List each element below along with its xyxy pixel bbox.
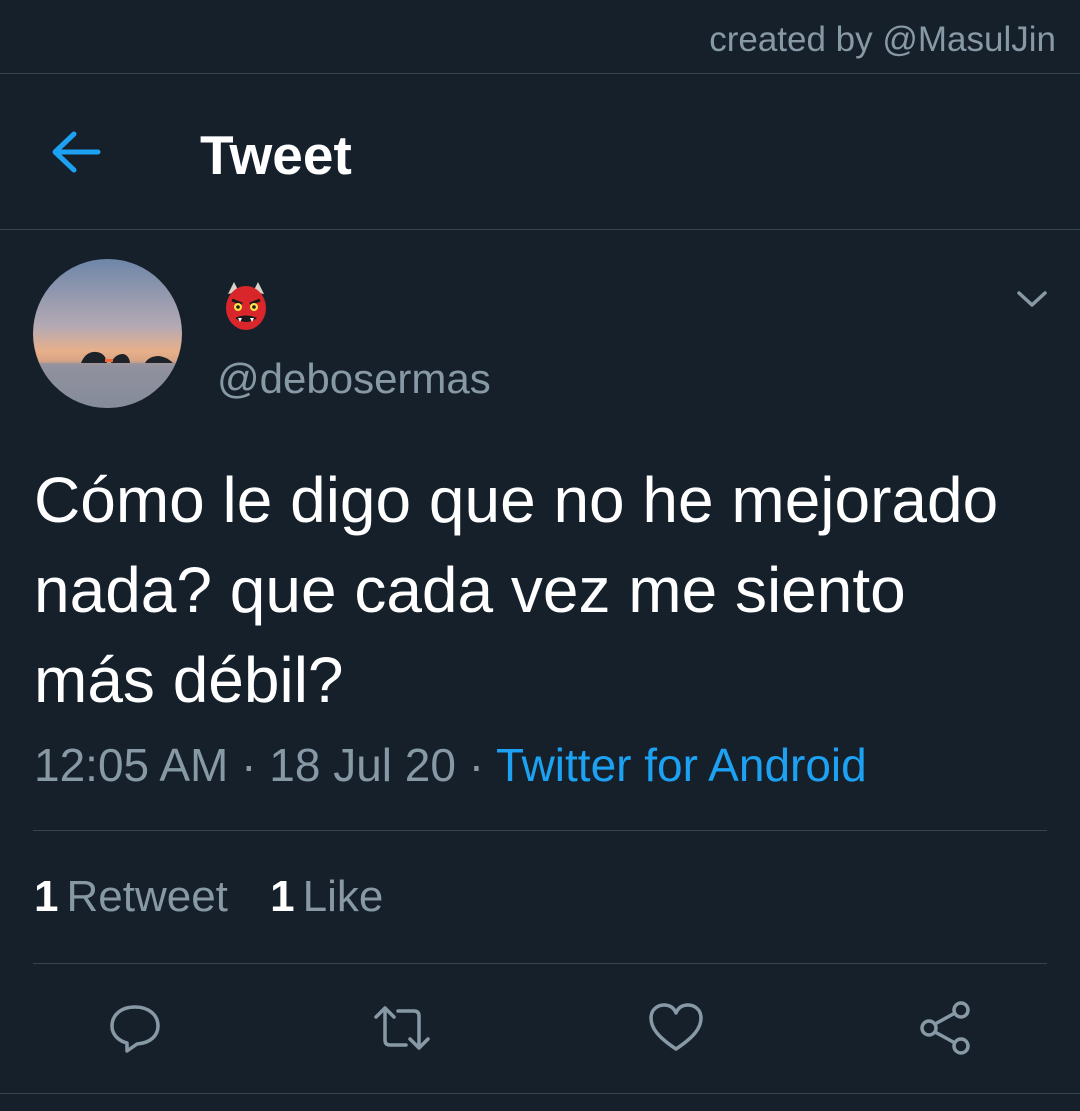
divider	[33, 963, 1047, 964]
watermark-bar: created by @MasulJin	[0, 0, 1080, 74]
meta-separator: ·	[468, 739, 485, 791]
top-bar: Tweet	[0, 75, 1080, 230]
user-handle[interactable]: @debosermas	[217, 355, 491, 403]
reply-icon[interactable]	[105, 998, 165, 1058]
share-icon[interactable]	[915, 998, 975, 1058]
like-icon[interactable]	[646, 998, 706, 1058]
likes-count: 1	[270, 872, 295, 921]
retweets-label: Retweet	[66, 872, 228, 921]
page-title: Tweet	[200, 124, 352, 186]
retweet-icon[interactable]	[372, 998, 432, 1058]
display-name-emoji	[220, 280, 272, 332]
tweet-text: Cómo le digo que no he mejorado nada? qu…	[34, 464, 999, 716]
back-arrow-icon[interactable]	[50, 129, 102, 175]
avatar[interactable]	[33, 259, 182, 408]
retweets-count: 1	[34, 872, 59, 921]
tweet-time: 12:05 AM	[34, 739, 229, 791]
meta-separator: ·	[241, 739, 257, 791]
tweet-meta: 12:05 AM · 18 Jul 20 · Twitter for Andro…	[34, 738, 867, 792]
divider	[33, 830, 1047, 831]
chevron-down-icon[interactable]	[1015, 286, 1049, 312]
tweet-source-link[interactable]: Twitter for Android	[496, 739, 867, 791]
watermark-text: created by @MasulJin	[709, 20, 1056, 59]
likes-stat[interactable]: 1 Like	[270, 872, 383, 922]
tweet-stats: 1 Retweet 1 Like	[34, 872, 413, 922]
red-oni-mask-icon	[226, 282, 266, 330]
likes-label: Like	[302, 872, 384, 921]
retweets-stat[interactable]: 1 Retweet	[34, 872, 228, 922]
bottom-divider	[0, 1093, 1080, 1094]
tweet-date: 18 Jul 20	[269, 739, 456, 791]
